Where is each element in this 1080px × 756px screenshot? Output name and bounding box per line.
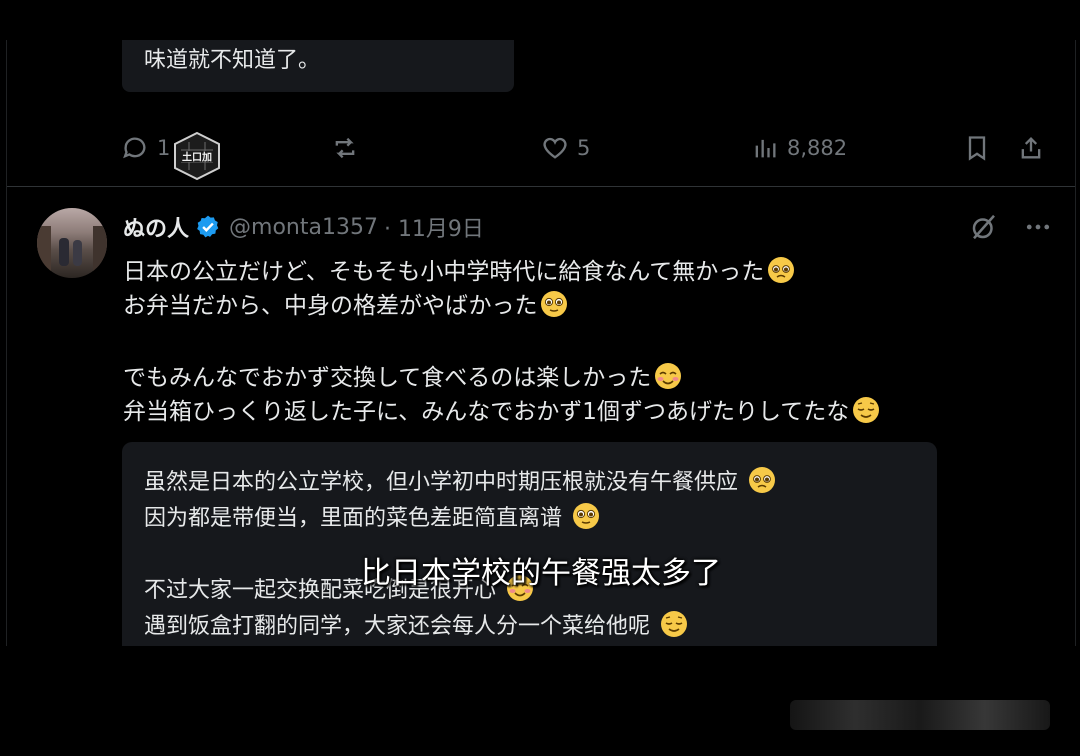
avatar[interactable] bbox=[37, 208, 107, 278]
holding-back-tears-icon bbox=[573, 503, 600, 529]
smiling-face-icon bbox=[655, 363, 682, 389]
share-icon bbox=[1021, 137, 1041, 159]
views-icon bbox=[755, 139, 776, 158]
repost-icon bbox=[335, 137, 355, 159]
like-count: 5 bbox=[577, 136, 591, 160]
video-subtitle: 比日本学校的午餐强太多了 bbox=[361, 556, 721, 591]
translation-line: 遇到饭盒打翻的同学，大家还会每人分一个菜给他呢 bbox=[144, 608, 689, 640]
views-button[interactable]: 8,882 bbox=[751, 130, 847, 166]
reply-button[interactable]: 1 bbox=[121, 130, 170, 166]
views-count: 8,882 bbox=[787, 136, 848, 160]
reply-icon bbox=[123, 137, 146, 159]
grok-icon[interactable] bbox=[969, 212, 999, 242]
author-handle[interactable]: @monta1357 bbox=[229, 215, 378, 240]
author-name[interactable]: ぬの人 bbox=[123, 211, 189, 243]
header-actions bbox=[969, 212, 1053, 242]
previous-translation-text: 味道就不知道了。 bbox=[144, 48, 321, 73]
action-bar: 1 5 8,882 bbox=[7, 130, 1075, 166]
divider bbox=[7, 186, 1075, 187]
tweet-text-line: 弁当箱ひっくり返した子に、みんなでおかず1個ずつあげたりしてたな bbox=[123, 392, 881, 426]
relieved-face-icon bbox=[853, 397, 880, 423]
bottom-watermark bbox=[790, 700, 1050, 730]
pleading-face-icon bbox=[749, 467, 776, 493]
like-button[interactable]: 5 bbox=[541, 130, 590, 166]
svg-text:土口加: 土口加 bbox=[182, 151, 212, 164]
pleading-face-icon bbox=[768, 257, 795, 283]
translation-box: 虽然是日本的公立学校，但小学初中时期压根就没有午餐供应 因为都是带便当，里面的菜… bbox=[122, 442, 937, 646]
tweet-text-line: でもみんなでおかず交換して食べるのは楽しかった bbox=[123, 358, 683, 392]
holding-back-tears-icon bbox=[541, 291, 568, 317]
translation-line: 虽然是日本的公立学校，但小学初中时期压根就没有午餐供应 bbox=[144, 464, 777, 496]
verified-badge-icon bbox=[197, 215, 219, 238]
bookmark-icon bbox=[968, 136, 986, 161]
heart-icon bbox=[543, 137, 567, 159]
share-button[interactable] bbox=[1017, 130, 1045, 166]
tweet-header: ぬの人 @monta1357 · 11月9日 bbox=[123, 210, 484, 244]
bookmark-button[interactable] bbox=[963, 130, 991, 166]
more-options-icon[interactable] bbox=[1023, 212, 1053, 242]
translation-line: 因为都是带便当，里面的菜色差距简直离谱 bbox=[144, 500, 601, 532]
previous-translation-box: 味道就不知道了。 bbox=[122, 40, 514, 92]
post-date[interactable]: · 11月9日 bbox=[384, 211, 484, 243]
watermark-logo: 土口加 bbox=[174, 131, 220, 181]
repost-button[interactable] bbox=[331, 130, 359, 166]
tweet-text-line: 日本の公立だけど、そもそも小中学時代に給食なんて無かった bbox=[123, 252, 796, 286]
relieved-face-icon bbox=[661, 611, 688, 637]
post-frame: 味道就不知道了。 1 5 8,882 土口加 ぬの人 @monta1357 · … bbox=[6, 40, 1076, 646]
tweet-text-line: お弁当だから、中身の格差がやばかった bbox=[123, 286, 569, 320]
